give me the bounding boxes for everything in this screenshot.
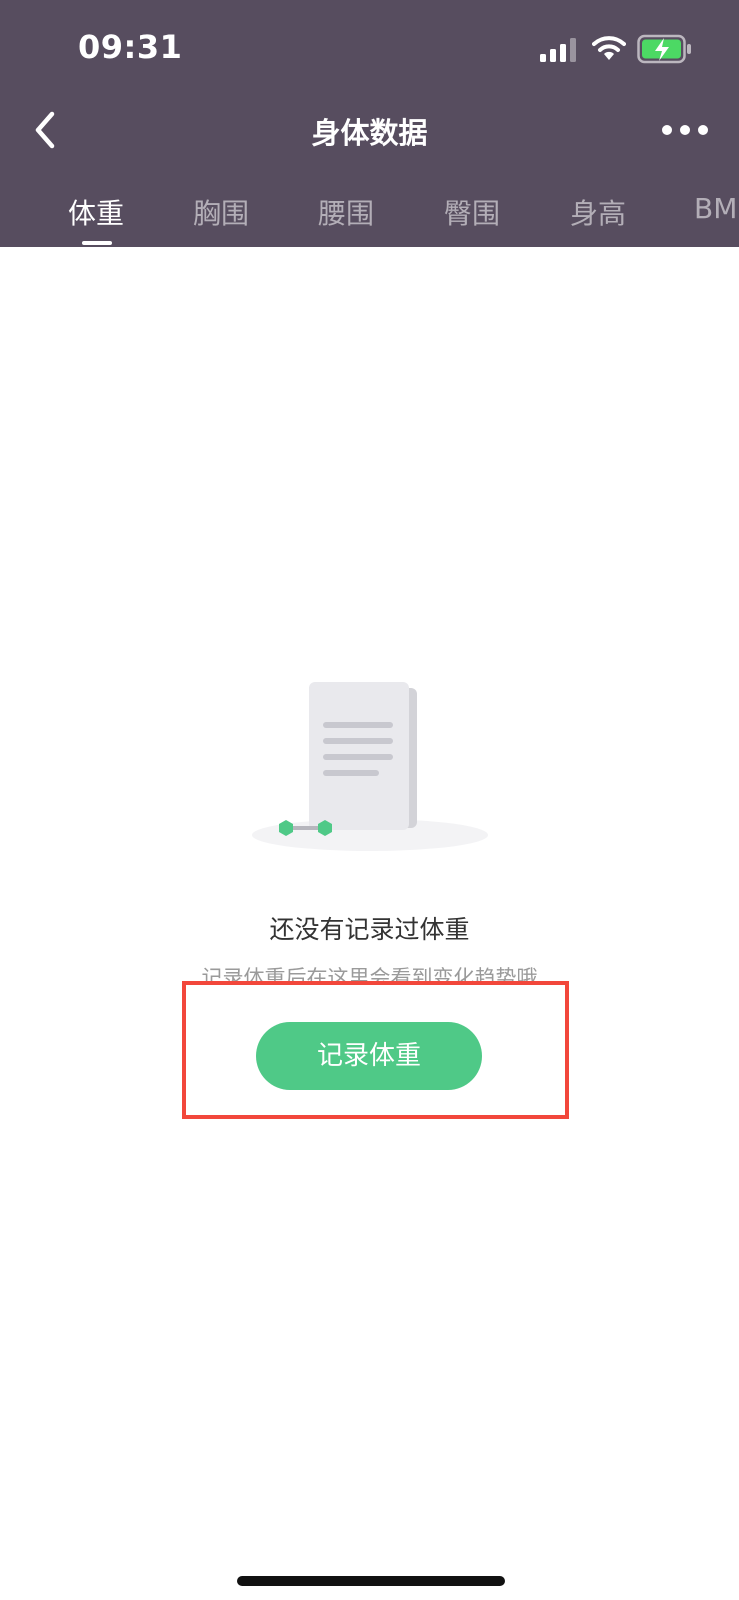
tab-height[interactable]: 身高: [570, 192, 626, 232]
active-tab-indicator: [82, 241, 112, 245]
record-weight-button[interactable]: 记录体重: [256, 1022, 482, 1090]
more-button[interactable]: [660, 112, 710, 148]
home-indicator[interactable]: [237, 1576, 505, 1586]
signal-icon: [540, 38, 576, 62]
header-bar: 09:31 身体数据 体重 胸围 腰围 臀围 身高 BMI: [0, 0, 739, 247]
empty-document-illustration: [252, 682, 488, 851]
tab-bmi[interactable]: BMI: [694, 192, 739, 225]
tab-weight[interactable]: 体重: [68, 192, 124, 232]
tab-bar: 体重 胸围 腰围 臀围 身高 BMI: [0, 188, 739, 247]
battery-charging-icon: [637, 34, 691, 64]
wifi-icon: [592, 36, 626, 60]
empty-state-title: 还没有记录过体重: [269, 915, 470, 944]
more-dots-icon: [662, 125, 708, 135]
page-title: 身体数据: [311, 116, 428, 150]
tab-chest[interactable]: 胸围: [193, 192, 249, 232]
tab-hip[interactable]: 臀围: [444, 192, 500, 232]
status-time: 09:31: [78, 28, 183, 66]
tab-waist[interactable]: 腰围: [318, 192, 374, 232]
